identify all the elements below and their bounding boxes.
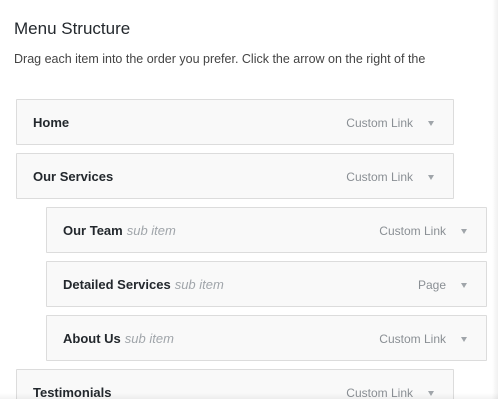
menu-item-name: About Us bbox=[63, 331, 121, 346]
page-title: Menu Structure bbox=[14, 19, 131, 38]
menu-item-type: Custom Link bbox=[379, 224, 446, 238]
chevron-down-icon[interactable] bbox=[427, 170, 437, 184]
menu-item-home[interactable]: Home Custom Link bbox=[16, 99, 454, 145]
menu-item-type: Custom Link bbox=[346, 116, 413, 130]
menu-item-type: Page bbox=[417, 278, 446, 292]
bottom-fade bbox=[0, 393, 498, 399]
menu-item-name: Our Team bbox=[63, 223, 123, 238]
chevron-down-icon[interactable] bbox=[427, 116, 437, 130]
chevron-down-icon[interactable] bbox=[460, 332, 470, 346]
menu-item-title: Our Team sub item bbox=[63, 223, 176, 238]
menu-item-about-us[interactable]: About Us sub item Custom Link bbox=[46, 315, 487, 361]
chevron-down-icon[interactable] bbox=[460, 278, 470, 292]
menu-item-title: Our Services bbox=[33, 169, 114, 184]
menu-item-name: Detailed Services bbox=[63, 277, 171, 292]
menu-structure-panel: Menu Structure Drag each item into the o… bbox=[0, 0, 498, 399]
menu-item-type: Custom Link bbox=[346, 170, 413, 184]
menu-item-title: Detailed Services sub item bbox=[63, 277, 224, 292]
menu-item-title: About Us sub item bbox=[63, 331, 174, 346]
menu-item-detailed-services[interactable]: Detailed Services sub item Page bbox=[46, 261, 487, 307]
menu-item-our-team[interactable]: Our Team sub item Custom Link bbox=[46, 207, 487, 253]
menu-item-type: Custom Link bbox=[379, 332, 446, 346]
menu-item-our-services[interactable]: Our Services Custom Link bbox=[16, 153, 454, 199]
edge-shadow bbox=[492, 0, 498, 399]
chevron-down-icon[interactable] bbox=[460, 224, 470, 238]
sub-item-label: sub item bbox=[174, 277, 224, 292]
sub-item-label: sub item bbox=[124, 331, 174, 346]
instructions-text: Drag each item into the order you prefer… bbox=[14, 52, 426, 66]
sub-item-label: sub item bbox=[126, 223, 176, 238]
menu-item-title: Home bbox=[33, 115, 70, 130]
